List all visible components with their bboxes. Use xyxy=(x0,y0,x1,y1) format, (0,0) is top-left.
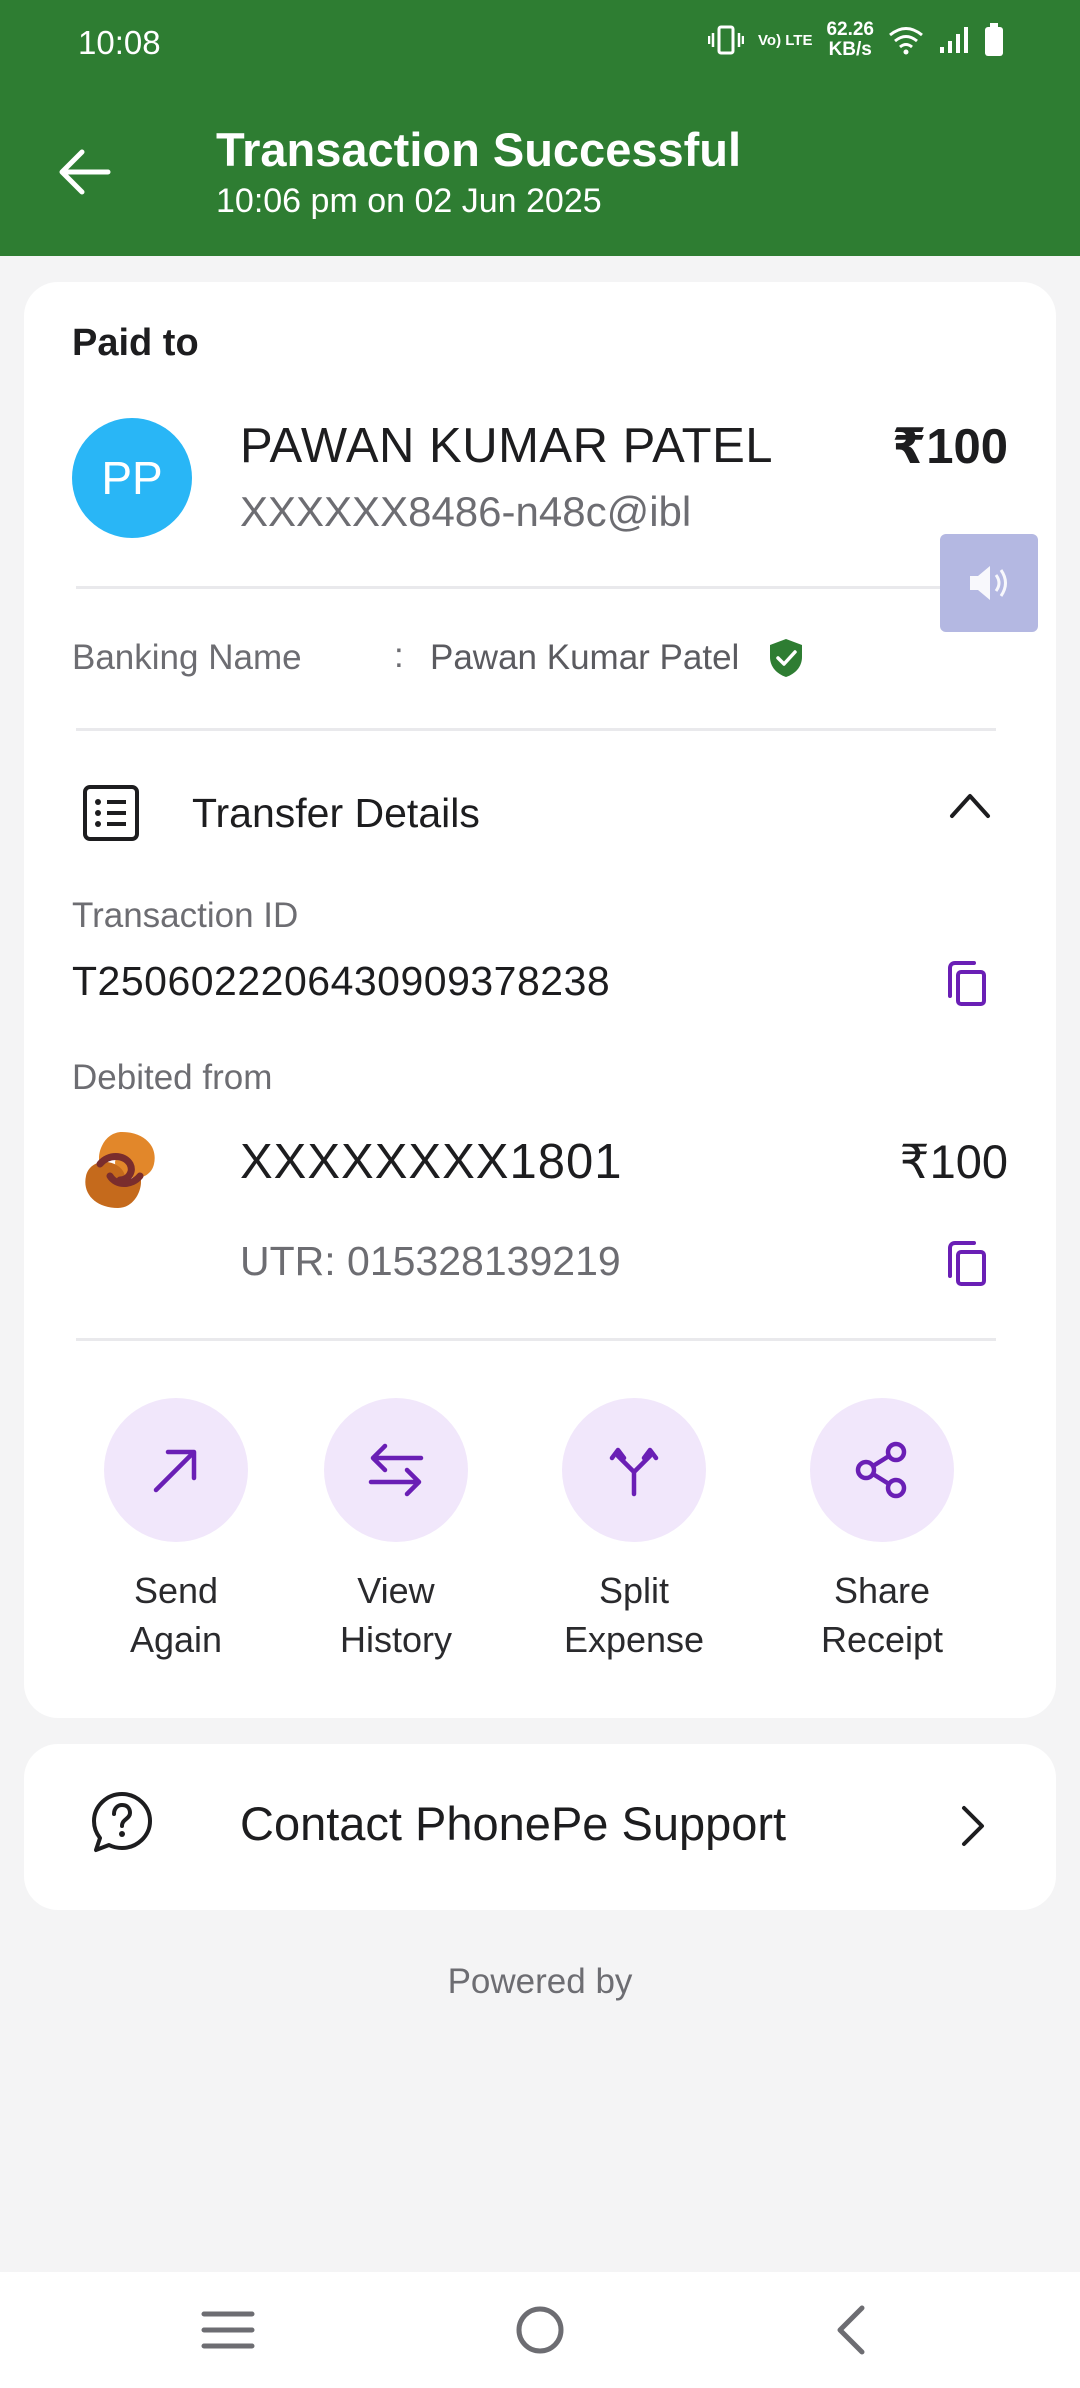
transaction-id-label: Transaction ID xyxy=(72,896,299,935)
copy-icon[interactable] xyxy=(944,960,988,1008)
vibrate-icon xyxy=(708,25,745,55)
view-history-label-line2: History xyxy=(339,1619,452,1660)
swap-arrows-icon xyxy=(368,1443,424,1497)
powered-by-label: Powered by xyxy=(447,1962,633,2001)
divider xyxy=(76,1338,996,1341)
split-expense-circle xyxy=(562,1398,706,1542)
banking-name-separator: : xyxy=(394,636,404,675)
arrow-up-right-icon xyxy=(153,1449,197,1493)
network-speed-value: 62.26 xyxy=(826,19,874,40)
back-arrow-icon[interactable] xyxy=(52,140,116,204)
send-again-label-line1: Send xyxy=(133,1570,219,1611)
contact-support-button[interactable]: Contact PhonePe Support xyxy=(24,1744,1056,1910)
payee-name: PAWAN KUMAR PATEL xyxy=(240,419,774,473)
share-receipt-label-line2: Receipt xyxy=(820,1619,944,1660)
contact-support-label: Contact PhonePe Support xyxy=(240,1797,787,1850)
view-history-label-line1: View xyxy=(357,1570,435,1611)
view-history-label: View History xyxy=(306,1566,486,1664)
transfer-details-label: Transfer Details xyxy=(192,790,480,836)
status-icons: Vo) LTE 62.26 KB/s xyxy=(708,20,1004,60)
split-expense-label: Split Expense xyxy=(544,1566,724,1664)
system-navigation-bar xyxy=(0,2272,1080,2388)
battery-icon xyxy=(985,23,1003,56)
help-chat-icon xyxy=(92,1792,152,1852)
share-receipt-label-line1: Share xyxy=(833,1570,931,1611)
app-header: 10:08 Vo) LTE 62.26 KB/s Transaction Suc… xyxy=(0,0,1080,256)
share-receipt-button[interactable]: Share Receipt xyxy=(792,1398,972,1664)
signal-icon xyxy=(940,27,968,53)
verified-shield-icon xyxy=(770,639,802,677)
utr-number: UTR: 015328139219 xyxy=(240,1238,621,1284)
view-history-circle xyxy=(324,1398,468,1542)
share-receipt-circle xyxy=(810,1398,954,1542)
split-icon xyxy=(609,1447,659,1497)
avatar: PP xyxy=(72,418,192,538)
paid-to-label: Paid to xyxy=(72,322,199,364)
paid-amount: ₹100 xyxy=(892,420,1008,474)
menu-icon[interactable] xyxy=(200,2308,256,2352)
split-expense-label-line1: Split xyxy=(598,1570,670,1611)
copy-icon[interactable] xyxy=(944,1240,988,1288)
debited-account: XXXXXXXX1801 xyxy=(240,1135,623,1189)
send-again-button[interactable]: Send Again xyxy=(86,1398,266,1664)
transaction-timestamp: 10:06 pm on 02 Jun 2025 xyxy=(216,182,602,220)
network-speed: 62.26 KB/s xyxy=(826,20,874,60)
page-title: Transaction Successful xyxy=(216,123,742,176)
divider xyxy=(76,728,996,731)
receipt-list-icon xyxy=(83,785,139,841)
chevron-right-icon xyxy=(962,1806,984,1846)
system-back-icon[interactable] xyxy=(832,2304,868,2356)
transaction-card: Paid to PP PAWAN KUMAR PATEL XXXXXX8486-… xyxy=(24,282,1056,1718)
bank-logo xyxy=(85,1132,155,1208)
status-time: 10:08 xyxy=(78,24,161,61)
wifi-icon xyxy=(889,27,923,55)
send-again-label-line2: Again xyxy=(129,1619,223,1660)
debited-from-label: Debited from xyxy=(72,1058,273,1097)
status-bar: 10:08 Vo) LTE 62.26 KB/s xyxy=(0,0,1080,84)
speaker-float-button[interactable] xyxy=(940,534,1038,632)
view-history-button[interactable]: View History xyxy=(306,1398,486,1664)
share-icon xyxy=(855,1441,907,1499)
chevron-up-icon[interactable] xyxy=(948,790,992,820)
payee-vpa: XXXXXX8486-n48c@ibl xyxy=(240,488,692,535)
share-receipt-label: Share Receipt xyxy=(792,1566,972,1664)
network-speed-unit: KB/s xyxy=(828,39,872,60)
split-expense-button[interactable]: Split Expense xyxy=(544,1398,724,1664)
send-again-circle xyxy=(104,1398,248,1542)
transaction-id-value: T2506022206430909378238 xyxy=(72,958,611,1004)
speaker-icon xyxy=(970,566,1007,600)
banking-name-value: Pawan Kumar Patel xyxy=(430,638,740,677)
home-icon[interactable] xyxy=(514,2304,566,2356)
send-again-label: Send Again xyxy=(86,1566,266,1664)
banking-name-label: Banking Name xyxy=(72,638,302,677)
debited-amount: ₹100 xyxy=(899,1135,1008,1188)
split-expense-label-line2: Expense xyxy=(563,1619,705,1660)
divider xyxy=(76,586,996,589)
volte-indicator: Vo) LTE xyxy=(758,31,813,49)
